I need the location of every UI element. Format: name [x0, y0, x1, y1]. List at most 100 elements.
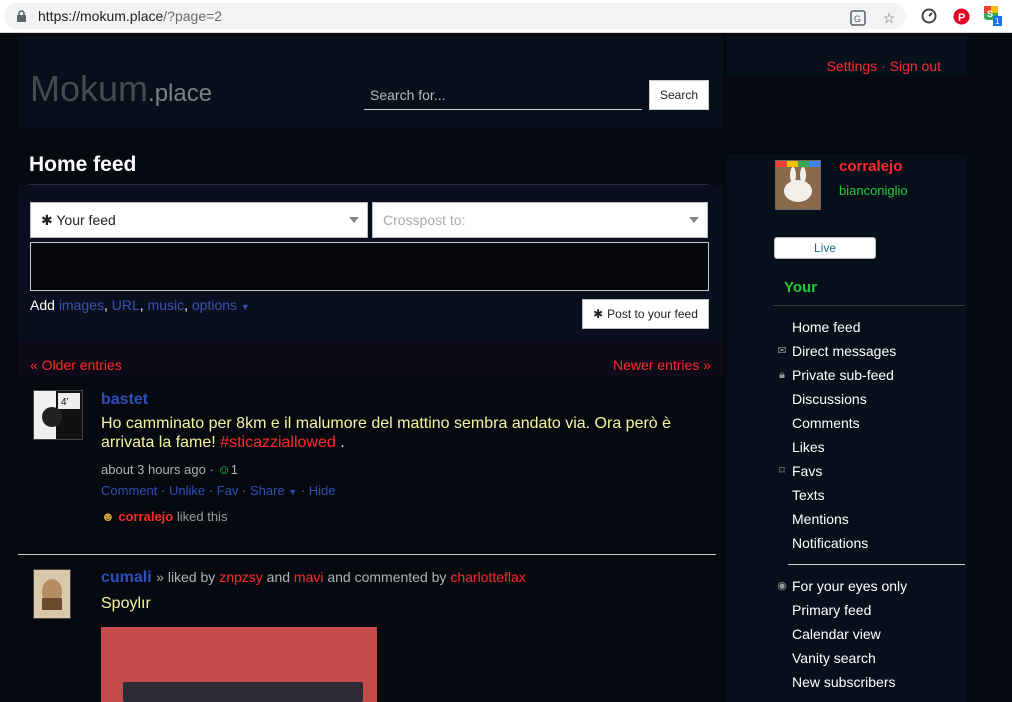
site-header: Mokum.place Search: [18, 36, 723, 128]
liked-text: liked this: [176, 509, 228, 524]
sidebar-item-new-subscribers[interactable]: New subscribers: [773, 670, 963, 694]
post-author[interactable]: bastet: [101, 391, 148, 409]
post-text: Ho camminato per 8km e il malumore del m…: [101, 414, 701, 452]
liker-link[interactable]: znpzsy: [219, 569, 263, 585]
page-title: Home feed: [29, 153, 137, 176]
feed-select-value: Your feed: [56, 212, 116, 228]
post-author[interactable]: cumali: [101, 569, 152, 586]
comment-link[interactable]: Comment: [101, 483, 157, 498]
sidebar-item-mentions[interactable]: Mentions: [773, 507, 963, 531]
sidebar-item-label: New subscribers: [792, 674, 896, 690]
commenter-link[interactable]: charlotteflax: [450, 569, 525, 585]
sidebar-item-notifications[interactable]: Notifications: [773, 531, 963, 555]
feed-post: cumali » liked by znpzsy and mavi and co…: [18, 555, 723, 702]
sidebar-item-label: Primary feed: [792, 602, 872, 618]
address-bar[interactable]: https://mokum.place/?page=2 G ☆: [4, 3, 906, 29]
separator: ·: [881, 58, 886, 74]
sidebar-item-discussions[interactable]: Discussions: [773, 387, 963, 411]
translate-icon[interactable]: G: [849, 9, 867, 27]
divider: [773, 305, 965, 306]
commented-label: and commented by: [327, 569, 447, 585]
sidebar-item-private-sub-feed[interactable]: 🔒︎ Private sub-feed: [773, 363, 963, 387]
liker-link[interactable]: mavi: [294, 569, 324, 585]
post-body: Ho camminato per 8km e il malumore del m…: [101, 415, 672, 451]
live-button[interactable]: Live: [774, 237, 876, 259]
options-link[interactable]: options ▼: [192, 297, 250, 313]
sidebar-item-primary-feed[interactable]: Primary feed: [773, 598, 963, 622]
svg-text:4’: 4’: [61, 397, 69, 408]
fav-link[interactable]: Fav: [217, 483, 239, 498]
main-column: Home feed ✱ Your feed Crosspost to: Add …: [18, 152, 723, 702]
smile-count: 1: [230, 462, 238, 477]
image-content: [123, 682, 363, 702]
asterisk-icon: ✱: [593, 307, 604, 321]
crosspost-select[interactable]: Crosspost to:: [372, 202, 708, 238]
screenname: bianconiglio: [839, 183, 908, 198]
sidebar-item-texts[interactable]: Texts: [773, 483, 963, 507]
sidebar: corralejo bianconiglio Live Your Home fe…: [727, 154, 967, 702]
username-link[interactable]: corralejo: [839, 158, 902, 175]
unlike-link[interactable]: Unlike: [169, 483, 205, 498]
sidebar-item-likes[interactable]: Likes: [773, 435, 963, 459]
lock-icon: 🔒︎: [779, 369, 785, 381]
separator: »: [156, 569, 164, 585]
add-url-link[interactable]: URL: [112, 297, 140, 313]
settings-link[interactable]: Settings: [827, 58, 878, 74]
sidebar-item-label: Favs: [792, 463, 823, 479]
post-textarea[interactable]: [30, 242, 709, 291]
newer-entries-link[interactable]: Newer entries »: [613, 357, 711, 373]
caret-down-icon: ▼: [288, 487, 298, 497]
svg-text:1: 1: [995, 17, 1000, 26]
caret-down-icon: ▼: [240, 302, 250, 312]
speedometer-icon[interactable]: [920, 7, 938, 25]
chevron-down-icon: [349, 217, 359, 223]
browser-toolbar: https://mokum.place/?page=2 G ☆ P S1: [0, 0, 1012, 33]
sidebar-item-label: Home feed: [792, 319, 861, 335]
post-byline: cumali » liked by znpzsy and mavi and co…: [101, 569, 526, 587]
sidebar-item-comments[interactable]: Comments: [773, 411, 963, 435]
asterisk-icon: ✱: [41, 212, 53, 228]
sidebar-item-label: For your eyes only: [792, 578, 908, 594]
sidebar-item-vanity-search[interactable]: Vanity search: [773, 646, 963, 670]
avatar[interactable]: [33, 569, 71, 619]
sidebar-item-favs[interactable]: ⌑ Favs: [773, 459, 963, 483]
pinterest-icon[interactable]: P: [952, 7, 970, 25]
feed-select[interactable]: ✱ Your feed: [30, 202, 368, 238]
post-timestamp[interactable]: about 3 hours ago: [101, 462, 206, 477]
post-button[interactable]: ✱ Post to your feed: [582, 299, 709, 329]
sidebar-item-label: Mentions: [792, 511, 849, 527]
extension-icon[interactable]: S1: [984, 6, 1002, 26]
star-icon[interactable]: ☆: [880, 9, 898, 27]
add-images-link[interactable]: images: [59, 297, 104, 313]
sidebar-item-for-your-eyes-only[interactable]: ◉ For your eyes only: [773, 574, 963, 598]
smile-icon: ☻: [101, 509, 115, 524]
share-link[interactable]: Share ▼: [250, 483, 297, 498]
separator: ·: [209, 462, 214, 477]
post-body-end: .: [340, 434, 345, 451]
post-image[interactable]: [101, 627, 377, 702]
sidebar-item-label: Comments: [792, 415, 860, 431]
site-logo[interactable]: Mokum.place: [30, 68, 212, 110]
search-input[interactable]: [364, 80, 642, 110]
page: Mokum.place Search Settings · Sign out H…: [0, 34, 1012, 702]
sidebar-item-home-feed[interactable]: Home feed: [773, 315, 963, 339]
post-actions: Comment · Unlike · Fav · Share ▼ · Hide: [101, 483, 336, 498]
hashtag-link[interactable]: #sticazziallowed: [220, 434, 336, 451]
crosspost-placeholder: Crosspost to:: [383, 212, 466, 228]
sidebar-item-calendar-view[interactable]: Calendar view: [773, 622, 963, 646]
sidebar-nav-secondary: ◉ For your eyes only Primary feed Calenda…: [773, 574, 963, 694]
hide-link[interactable]: Hide: [309, 483, 336, 498]
add-music-link[interactable]: music: [148, 297, 185, 313]
sidebar-item-direct-messages[interactable]: ✉ Direct messages: [773, 339, 963, 363]
post-text: Spoylır: [101, 595, 151, 612]
older-entries-link[interactable]: « Older entries: [30, 357, 122, 373]
svg-text:G: G: [854, 14, 861, 24]
liker-link[interactable]: corralejo: [118, 509, 173, 524]
avatar[interactable]: 4’: [33, 390, 83, 440]
section-title: Your: [784, 279, 818, 296]
signout-link[interactable]: Sign out: [890, 58, 941, 74]
avatar[interactable]: [775, 160, 821, 210]
search-button[interactable]: Search: [649, 80, 709, 110]
bookmark-icon: ⌑: [779, 465, 785, 477]
attachment-links: Add images, URL, music, options ▼: [30, 297, 250, 313]
